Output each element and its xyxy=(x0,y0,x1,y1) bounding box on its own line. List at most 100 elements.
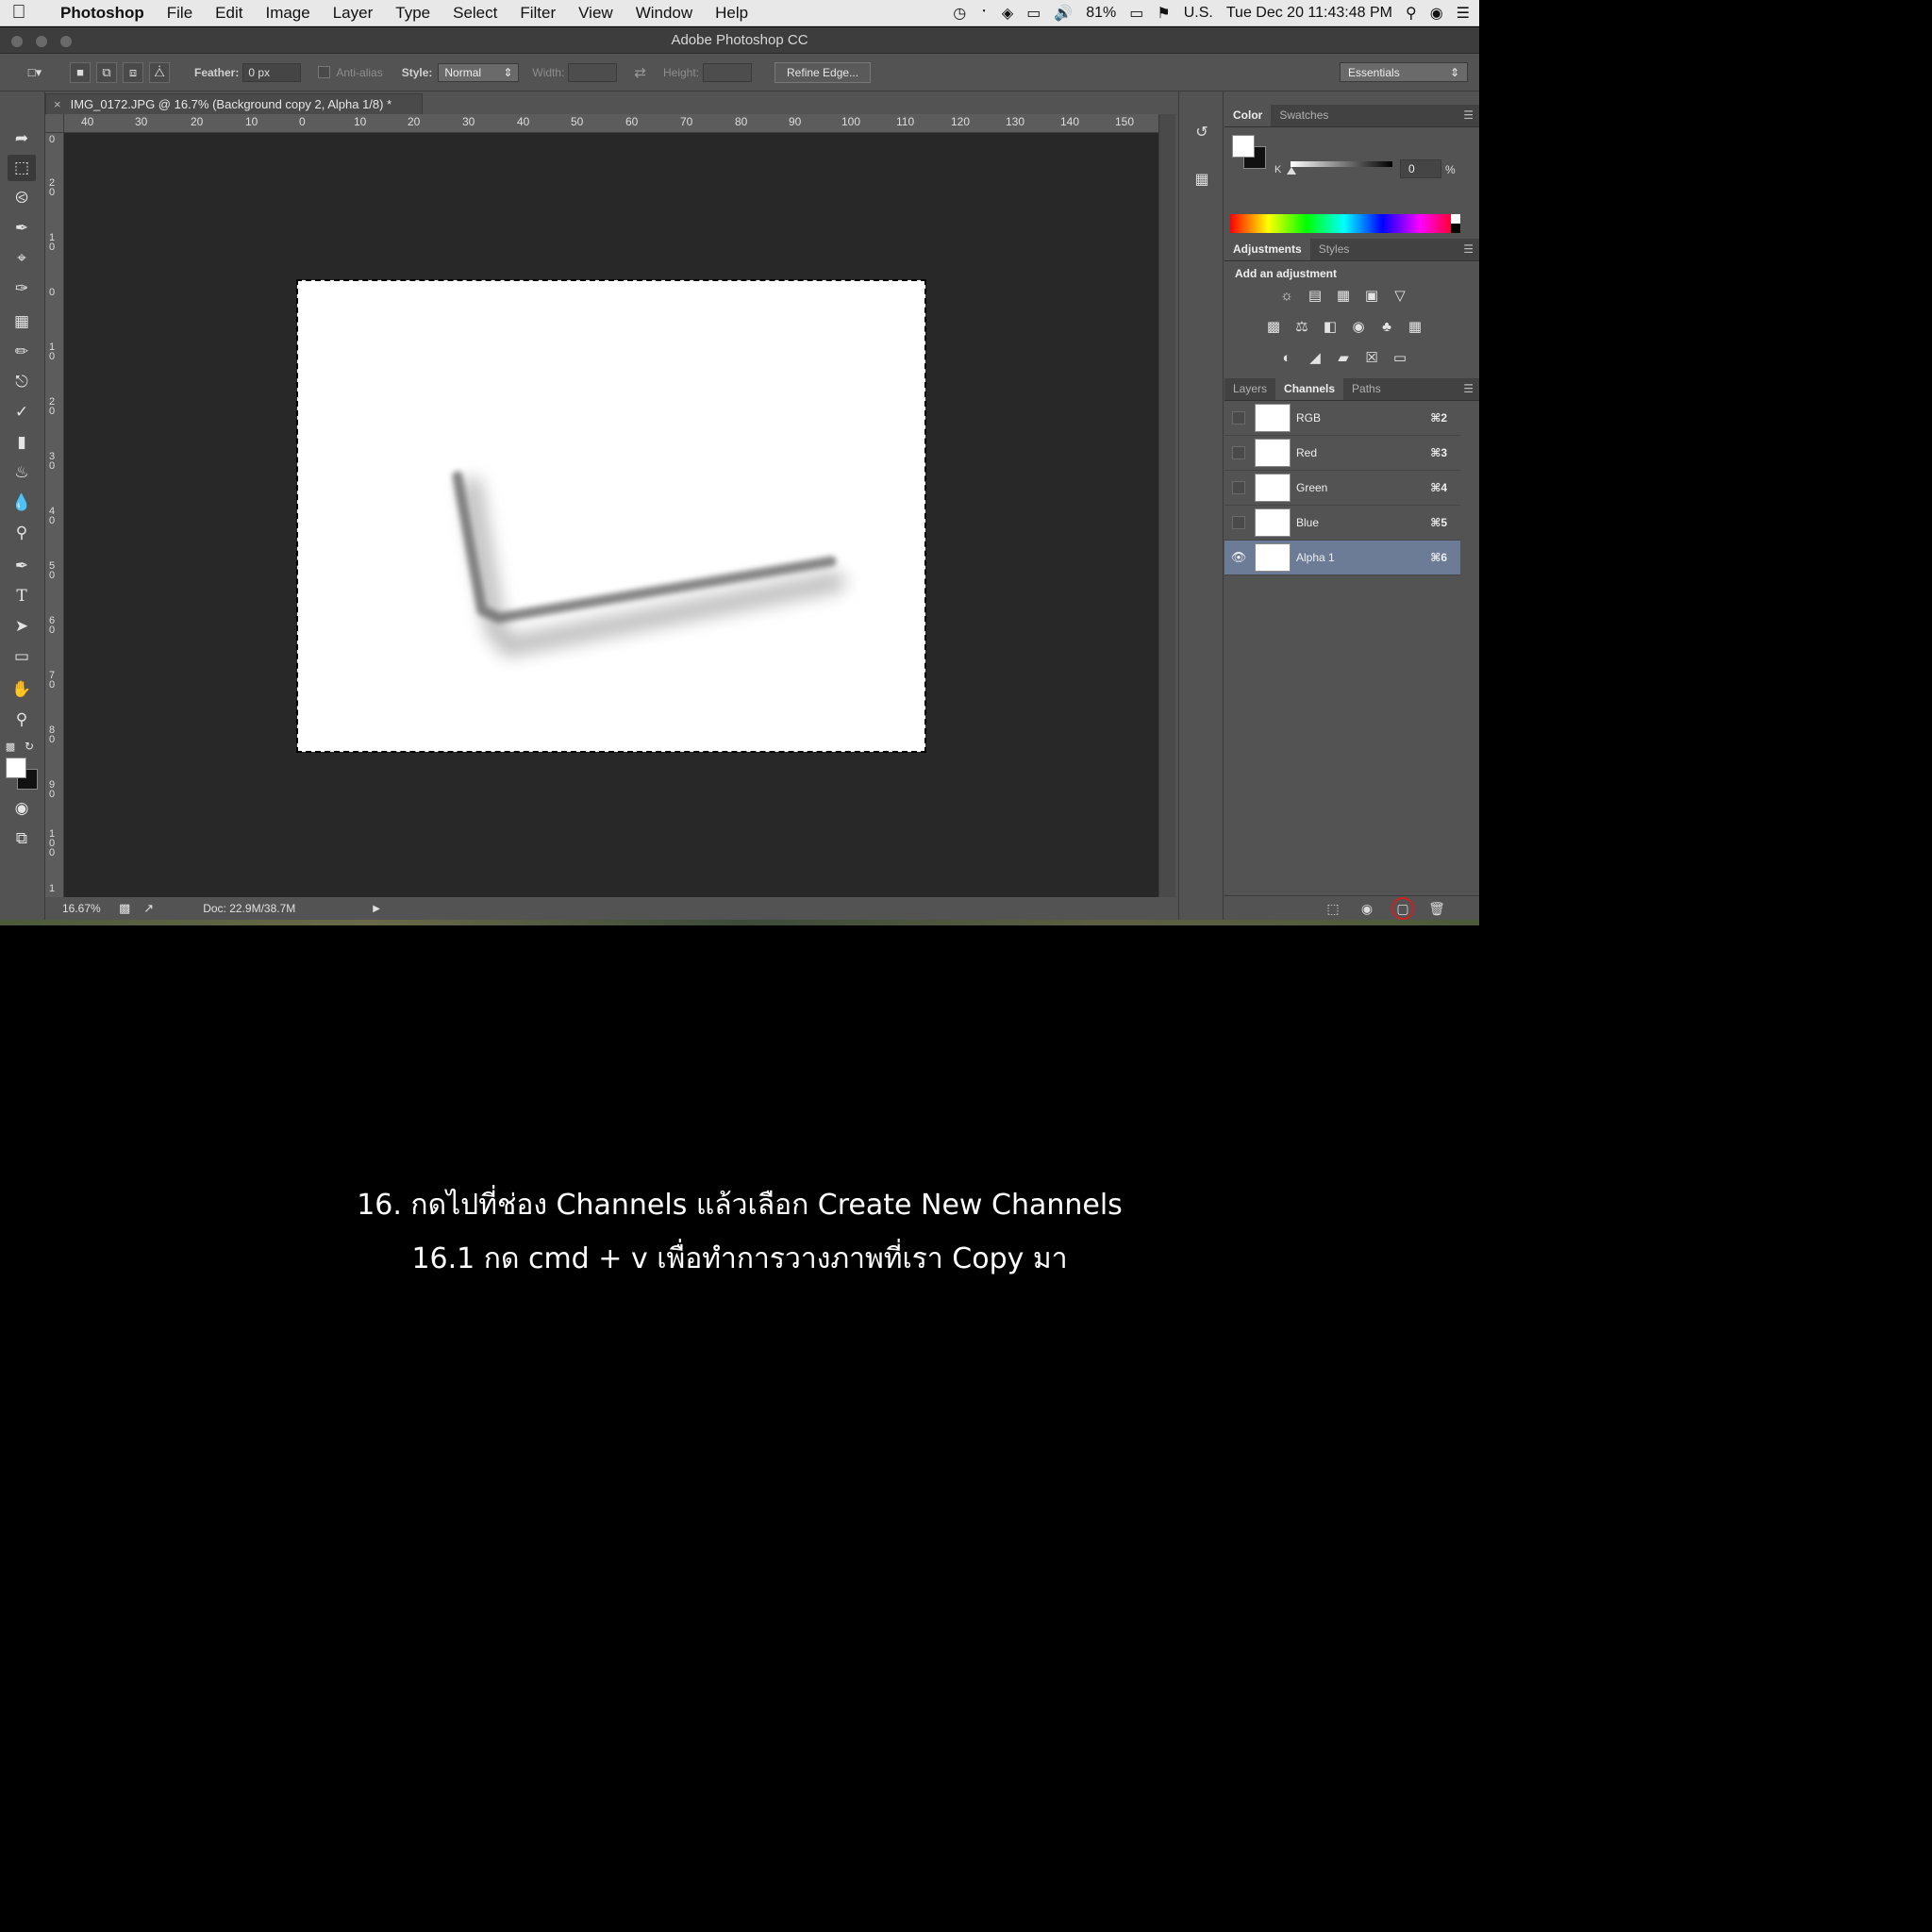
panel-menu-icon[interactable]: ☰ xyxy=(1463,108,1474,122)
height-input[interactable] xyxy=(703,62,753,82)
minimize-window-button[interactable] xyxy=(36,36,47,47)
channel-row-alpha-1[interactable]: 👁 Alpha 1 ⌘6 xyxy=(1224,541,1460,575)
zoom-tool-icon[interactable]: ⚲ xyxy=(8,707,36,733)
bluetooth-icon[interactable]: ᛫ xyxy=(979,5,989,22)
type-tool-icon[interactable]: T xyxy=(8,583,36,609)
eye-icon[interactable]: 👁 xyxy=(1231,550,1247,564)
feather-input[interactable]: 0 px xyxy=(242,62,302,82)
clock[interactable]: Tue Dec 20 11:43:48 PM xyxy=(1226,5,1392,22)
k-slider-thumb[interactable] xyxy=(1287,167,1296,175)
menu-edit[interactable]: Edit xyxy=(204,4,254,23)
load-channel-as-selection-icon[interactable]: ⬚ xyxy=(1323,900,1343,917)
menu-window[interactable]: Window xyxy=(625,4,704,23)
siri-icon[interactable]: ◉ xyxy=(1430,4,1443,23)
black-white-icon[interactable]: ◧ xyxy=(1320,316,1341,337)
menu-layer[interactable]: Layer xyxy=(322,4,385,23)
channel-mixer-icon[interactable]: ♣ xyxy=(1376,316,1397,337)
swap-dimensions-icon[interactable]: ⇄ xyxy=(634,64,646,81)
apple-icon[interactable]:  xyxy=(0,2,38,24)
zoom-window-button[interactable] xyxy=(60,36,72,47)
input-source[interactable]: U.S. xyxy=(1184,5,1213,22)
new-selection-button[interactable]: ■ xyxy=(70,61,91,83)
levels-icon[interactable]: ▤ xyxy=(1305,285,1325,306)
blur-tool-icon[interactable]: 💧 xyxy=(8,490,36,516)
menu-view[interactable]: View xyxy=(567,4,625,23)
time-machine-icon[interactable]: ◷ xyxy=(953,4,966,23)
subtract-from-selection-button[interactable]: ⧈ xyxy=(123,61,143,83)
hue-saturation-icon[interactable]: ▩ xyxy=(1263,316,1284,337)
tab-styles[interactable]: Styles xyxy=(1310,238,1358,260)
tab-channels[interactable]: Channels xyxy=(1275,377,1344,400)
color-foreground-swatch[interactable] xyxy=(1232,135,1255,158)
foreground-color-swatch[interactable] xyxy=(6,758,26,778)
black-white-picker[interactable] xyxy=(1451,214,1460,233)
airplay-icon[interactable]: ▭ xyxy=(1026,4,1041,23)
dodge-tool-icon[interactable]: ⚲ xyxy=(8,520,36,546)
rectangular-marquee-tool-icon[interactable]: ⬚ xyxy=(8,155,36,181)
antialias-checkbox[interactable] xyxy=(318,66,331,78)
menu-type[interactable]: Type xyxy=(384,4,441,23)
create-new-channel-icon[interactable]: ▢ xyxy=(1391,897,1414,920)
document-size[interactable]: Doc: 22.9M/38.7M xyxy=(203,902,295,915)
quick-selection-tool-icon[interactable]: ✒ xyxy=(8,215,36,242)
volume-icon[interactable]: 🔊 xyxy=(1054,4,1073,23)
delete-channel-icon[interactable]: 🗑 xyxy=(1426,900,1447,917)
rectangle-tool-icon[interactable]: ▭ xyxy=(8,643,36,670)
spotlight-icon[interactable]: ⚲ xyxy=(1406,4,1417,23)
menu-file[interactable]: File xyxy=(156,4,204,23)
refine-edge-button[interactable]: Refine Edge... xyxy=(774,61,872,83)
quick-mask-icon[interactable]: ◉ xyxy=(8,795,36,822)
move-tool-icon[interactable]: ➦ xyxy=(8,125,36,152)
canvas-vertical-scrollbar[interactable] xyxy=(1158,114,1175,897)
visibility-toggle[interactable] xyxy=(1232,481,1245,494)
channel-row-rgb[interactable]: RGB ⌘2 xyxy=(1224,401,1460,436)
style-select[interactable]: Normal ⇕ xyxy=(438,62,520,82)
save-selection-as-channel-icon[interactable]: ◉ xyxy=(1357,900,1377,917)
marquee-preset-icon[interactable]: □▾ xyxy=(25,62,45,83)
brush-tool-icon[interactable]: ✏ xyxy=(8,339,36,365)
gradient-map-icon[interactable]: ▭ xyxy=(1390,347,1410,368)
add-to-selection-button[interactable]: ⧉ xyxy=(96,61,117,83)
menu-filter[interactable]: Filter xyxy=(508,4,567,23)
vertical-ruler[interactable]: 0 20 10 0 10 20 30 40 50 60 70 80 90 100… xyxy=(45,133,64,897)
posterize-icon[interactable]: ◢ xyxy=(1305,347,1325,368)
flag-icon[interactable]: ⚑ xyxy=(1157,4,1170,23)
close-window-button[interactable] xyxy=(11,36,23,47)
battery-icon[interactable]: ▭ xyxy=(1129,4,1143,23)
healing-brush-tool-icon[interactable]: ▦ xyxy=(8,308,36,335)
menu-select[interactable]: Select xyxy=(441,4,508,23)
channel-row-red[interactable]: Red ⌘3 xyxy=(1224,436,1460,471)
hand-tool-icon[interactable]: ✋ xyxy=(8,676,36,703)
ruler-origin[interactable] xyxy=(45,114,64,133)
tab-paths[interactable]: Paths xyxy=(1343,377,1390,400)
workspace-select[interactable]: Essentials ⇕ xyxy=(1340,62,1468,82)
history-panel-icon[interactable]: ↺ xyxy=(1189,120,1215,144)
tab-adjustments[interactable]: Adjustments xyxy=(1224,238,1310,260)
history-brush-tool-icon[interactable]: ✓ xyxy=(8,399,36,425)
channel-row-green[interactable]: Green ⌘4 xyxy=(1224,471,1460,506)
tab-swatches[interactable]: Swatches xyxy=(1271,104,1337,126)
width-input[interactable] xyxy=(568,62,618,82)
menu-help[interactable]: Help xyxy=(704,4,759,23)
document-canvas[interactable] xyxy=(296,279,926,753)
color-balance-icon[interactable]: ⚖ xyxy=(1291,316,1312,337)
crop-tool-icon[interactable]: ⌖ xyxy=(8,245,36,272)
screen-mode-icon[interactable]: ⧉ xyxy=(8,825,36,852)
channel-row-blue[interactable]: Blue ⌘5 xyxy=(1224,506,1460,541)
battery-percent[interactable]: 81% xyxy=(1086,5,1116,22)
pen-tool-icon[interactable]: ✒ xyxy=(8,553,36,579)
visibility-toggle[interactable] xyxy=(1232,411,1245,425)
swap-colors-icon[interactable]: ↻ xyxy=(21,733,38,759)
zoom-level[interactable]: 16.67% xyxy=(62,902,115,915)
vibrance-icon[interactable]: ▽ xyxy=(1390,285,1410,306)
status-menu-arrow-icon[interactable]: ▶ xyxy=(373,904,380,914)
tab-color[interactable]: Color xyxy=(1224,104,1272,126)
selective-color-icon[interactable]: ☒ xyxy=(1361,347,1382,368)
curves-icon[interactable]: ▦ xyxy=(1333,285,1354,306)
notification-center-icon[interactable]: ☰ xyxy=(1457,4,1470,23)
eyedropper-tool-icon[interactable]: ✑ xyxy=(8,275,36,302)
path-selection-tool-icon[interactable]: ➤ xyxy=(8,613,36,640)
share-icon[interactable]: ↗ xyxy=(143,901,154,916)
invert-icon[interactable]: ◐ xyxy=(1276,347,1297,368)
horizontal-ruler[interactable]: 40 30 20 10 0 10 20 30 40 50 60 70 80 90… xyxy=(64,114,1158,133)
